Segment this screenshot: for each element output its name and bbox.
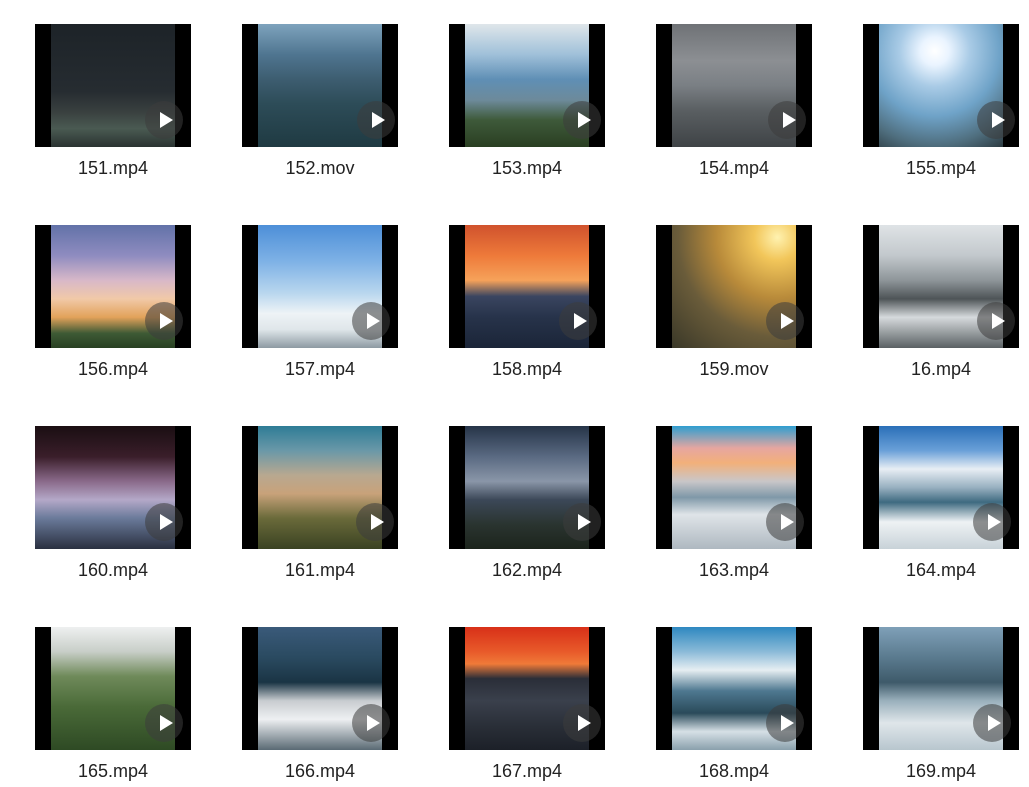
file-name: 169.mp4: [905, 761, 977, 781]
play-icon: [766, 503, 804, 541]
play-icon: [145, 101, 183, 139]
video-thumbnail: [242, 225, 398, 348]
file-tile-168[interactable]: 168.mp4: [656, 627, 812, 787]
file-name: 161.mp4: [284, 560, 356, 580]
file-tile-152[interactable]: 152.mov: [242, 24, 398, 184]
file-tile-169[interactable]: 169.mp4: [863, 627, 1019, 787]
video-thumbnail: [863, 627, 1019, 750]
play-icon: [145, 503, 183, 541]
video-thumbnail: [449, 225, 605, 348]
file-tile-158[interactable]: 158.mp4: [449, 225, 605, 385]
file-name: 167.mp4: [491, 761, 563, 781]
file-name: 153.mp4: [491, 158, 563, 178]
video-thumbnail: [656, 627, 812, 750]
file-name: 154.mp4: [698, 158, 770, 178]
play-icon: [977, 101, 1015, 139]
play-icon: [563, 101, 601, 139]
file-tile-157[interactable]: 157.mp4: [242, 225, 398, 385]
video-thumbnail: [656, 426, 812, 549]
video-thumbnail: [35, 426, 191, 549]
file-name: 152.mov: [285, 158, 355, 178]
video-thumbnail: [863, 426, 1019, 549]
play-icon: [563, 704, 601, 742]
play-icon: [973, 704, 1011, 742]
file-tile-166[interactable]: 166.mp4: [242, 627, 398, 787]
file-tile-164[interactable]: 164.mp4: [863, 426, 1019, 586]
video-thumbnail: [449, 426, 605, 549]
play-icon: [559, 302, 597, 340]
play-icon: [352, 302, 390, 340]
video-thumbnail: [449, 24, 605, 147]
video-thumbnail: [242, 627, 398, 750]
play-icon: [145, 704, 183, 742]
file-tile-160[interactable]: 160.mp4: [35, 426, 191, 586]
video-thumbnail: [863, 225, 1019, 348]
file-name: 155.mp4: [905, 158, 977, 178]
file-name: 160.mp4: [77, 560, 149, 580]
play-icon: [977, 302, 1015, 340]
file-tile-16[interactable]: 16.mp4: [863, 225, 1019, 385]
play-icon: [768, 101, 806, 139]
video-thumbnail: [242, 426, 398, 549]
play-icon: [357, 101, 395, 139]
file-tile-161[interactable]: 161.mp4: [242, 426, 398, 586]
file-tile-155[interactable]: 155.mp4: [863, 24, 1019, 184]
file-name: 16.mp4: [910, 359, 972, 379]
file-tile-159[interactable]: 159.mov: [656, 225, 812, 385]
play-icon: [352, 704, 390, 742]
video-thumbnail: [656, 225, 812, 348]
play-icon: [973, 503, 1011, 541]
file-tile-153[interactable]: 153.mp4: [449, 24, 605, 184]
play-icon: [766, 704, 804, 742]
play-icon: [356, 503, 394, 541]
file-name: 164.mp4: [905, 560, 977, 580]
video-thumbnail: [35, 225, 191, 348]
file-name: 151.mp4: [77, 158, 149, 178]
video-thumbnail: [242, 24, 398, 147]
play-icon: [563, 503, 601, 541]
file-tile-154[interactable]: 154.mp4: [656, 24, 812, 184]
file-tile-167[interactable]: 167.mp4: [449, 627, 605, 787]
file-name: 158.mp4: [491, 359, 563, 379]
file-name: 156.mp4: [77, 359, 149, 379]
file-name: 159.mov: [699, 359, 769, 379]
file-name: 166.mp4: [284, 761, 356, 781]
file-name: 163.mp4: [698, 560, 770, 580]
video-thumbnail: [35, 627, 191, 750]
file-name: 162.mp4: [491, 560, 563, 580]
video-thumbnail: [35, 24, 191, 147]
file-tile-162[interactable]: 162.mp4: [449, 426, 605, 586]
file-grid: 151.mp4 152.mov 153.mp4 154.mp4 155.mp4: [0, 0, 1029, 783]
video-thumbnail: [863, 24, 1019, 147]
file-tile-165[interactable]: 165.mp4: [35, 627, 191, 787]
video-thumbnail: [656, 24, 812, 147]
file-tile-151[interactable]: 151.mp4: [35, 24, 191, 184]
play-icon: [766, 302, 804, 340]
file-name: 157.mp4: [284, 359, 356, 379]
play-icon: [145, 302, 183, 340]
file-tile-163[interactable]: 163.mp4: [656, 426, 812, 586]
video-thumbnail: [449, 627, 605, 750]
file-name: 165.mp4: [77, 761, 149, 781]
file-tile-156[interactable]: 156.mp4: [35, 225, 191, 385]
file-name: 168.mp4: [698, 761, 770, 781]
